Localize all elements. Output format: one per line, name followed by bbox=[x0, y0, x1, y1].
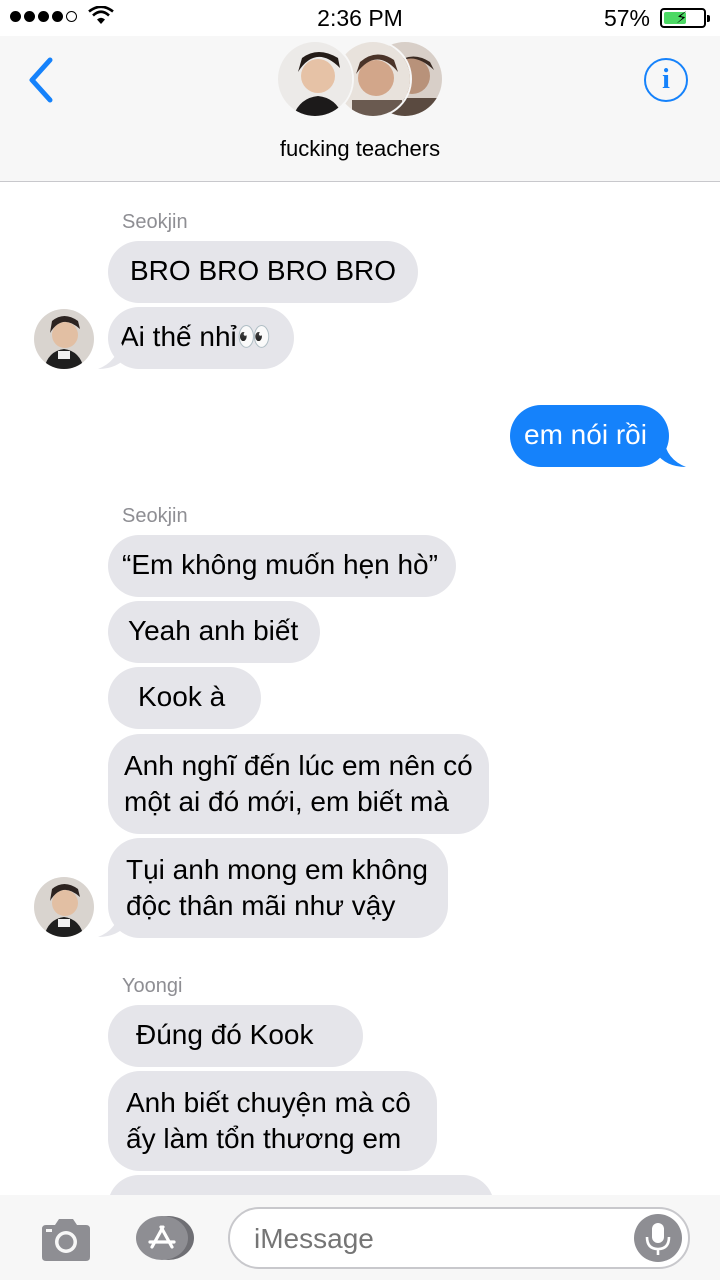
conversation-header: fucking teachers i bbox=[0, 36, 720, 182]
bubble-tail bbox=[98, 909, 128, 937]
message-bubble-incoming[interactable]: BRO BRO BRO BRO bbox=[108, 241, 419, 303]
group-name[interactable]: fucking teachers bbox=[0, 136, 720, 162]
charging-bolt-icon: ⚡ bbox=[676, 10, 688, 27]
group-avatar-1 bbox=[276, 40, 354, 118]
app-store-icon[interactable] bbox=[132, 1215, 196, 1261]
message-input[interactable] bbox=[254, 1219, 634, 1259]
message-bubble-incoming[interactable]: “Em không muốn hẹn hò” bbox=[108, 535, 456, 597]
avatar[interactable] bbox=[34, 309, 94, 369]
imessage-field[interactable] bbox=[228, 1207, 690, 1269]
battery-percent: 57% bbox=[603, 5, 650, 31]
message-bubble-incoming-partial[interactable] bbox=[108, 1175, 494, 1195]
message-bubble-incoming[interactable]: Anh biết chuyện mà cô ấy làm tổn thương … bbox=[108, 1071, 437, 1171]
compose-bar bbox=[0, 1195, 720, 1280]
status-bar: 2:36 PM 57% ⚡ bbox=[0, 0, 720, 36]
microphone-icon[interactable] bbox=[634, 1214, 682, 1262]
message-bubble-incoming[interactable]: Anh nghĩ đến lúc em nên có một ai đó mới… bbox=[108, 734, 489, 834]
sender-name: Yoongi bbox=[122, 975, 183, 997]
message-bubble-incoming[interactable]: Kook à bbox=[108, 667, 262, 729]
sender-name: Seokjin bbox=[122, 505, 188, 527]
battery-icon: ⚡ bbox=[660, 8, 710, 28]
message-bubble-incoming[interactable]: Đúng đó Kook bbox=[108, 1005, 364, 1067]
chevron-left-icon[interactable] bbox=[24, 56, 58, 104]
message-bubble-incoming[interactable]: Yeah anh biết bbox=[108, 601, 321, 663]
bubble-tail bbox=[656, 439, 686, 467]
message-bubble-incoming[interactable]: Tụi anh mong em không độc thân mãi như v… bbox=[108, 838, 448, 938]
group-avatars[interactable] bbox=[276, 40, 446, 120]
message-thread[interactable]: Seokjin BRO BRO BRO BRO Ai thế nhỉ👀 em n… bbox=[0, 183, 720, 1195]
camera-icon[interactable] bbox=[38, 1217, 94, 1263]
bubble-tail bbox=[98, 341, 128, 369]
sender-name: Seokjin bbox=[122, 211, 188, 233]
info-icon[interactable]: i bbox=[644, 58, 688, 102]
avatar[interactable] bbox=[34, 877, 94, 937]
message-bubble-outgoing[interactable]: em nói rồi bbox=[510, 405, 669, 467]
message-bubble-incoming[interactable]: Ai thế nhỉ👀 bbox=[108, 307, 294, 369]
